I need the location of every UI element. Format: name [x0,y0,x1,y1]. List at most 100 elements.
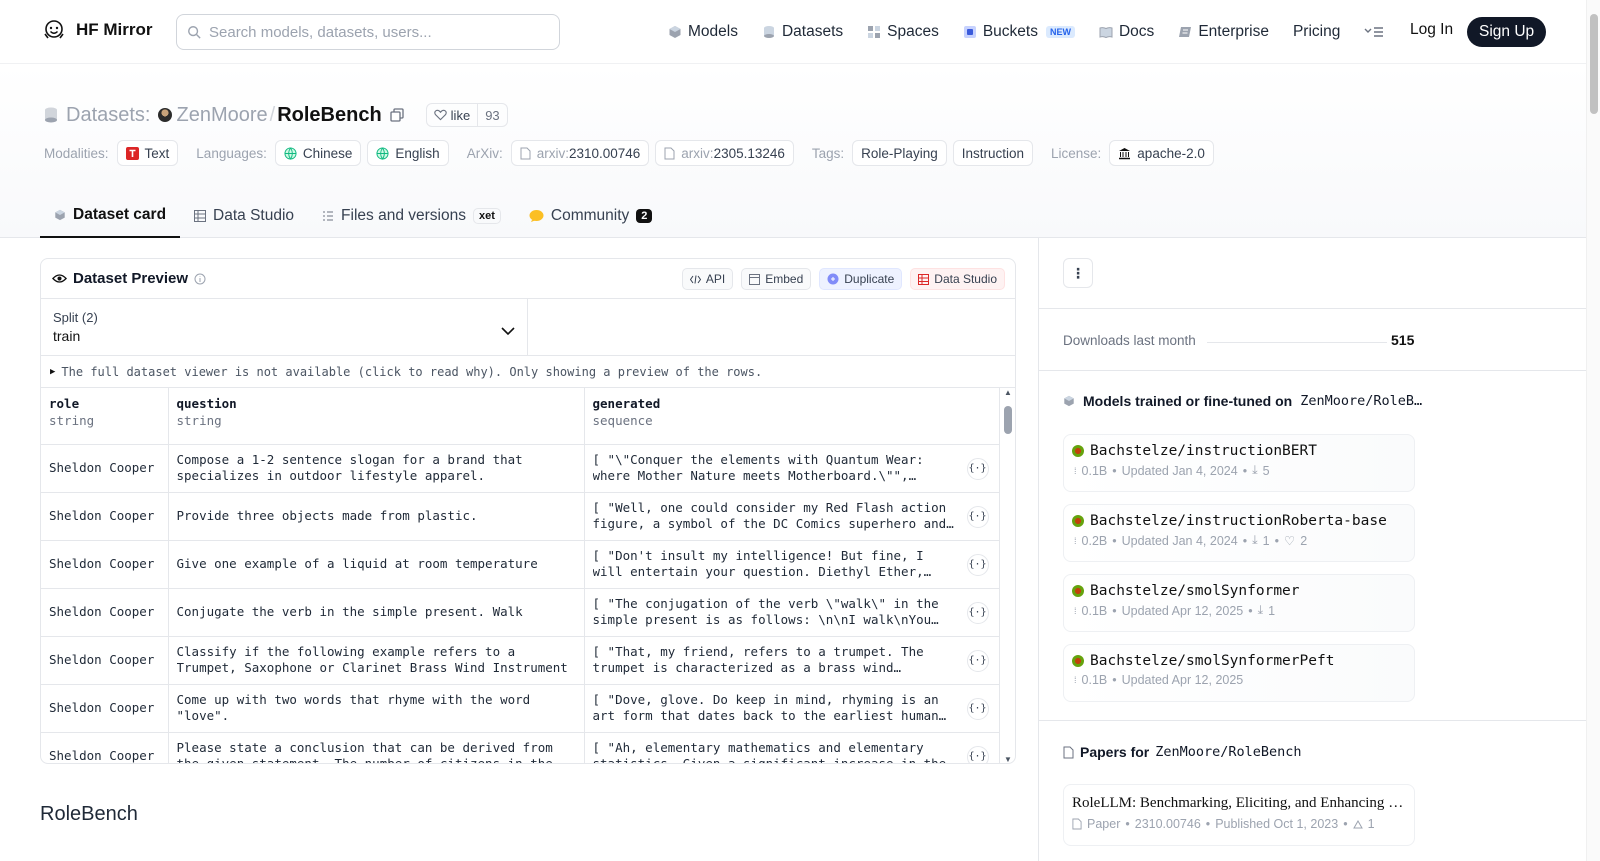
tag-license[interactable]: apache-2.0 [1109,140,1214,166]
login-link[interactable]: Log In [1410,21,1453,39]
table-row[interactable]: Sheldon Cooper Come up with two words tha… [41,684,1000,733]
model-name[interactable]: Bachstelze/instructionBERT [1090,443,1317,459]
nav-pricing[interactable]: Pricing [1293,23,1340,41]
expand-json-button[interactable]: {·} [966,697,989,720]
viewer-notice[interactable]: ▶ The full dataset viewer is not availab… [41,356,1015,388]
model-card[interactable]: Bachstelze/smolSynformerPeft ⁞ 0.1B • Update… [1063,644,1415,702]
model-card[interactable]: Bachstelze/instructionRoberta-base ⁞ 0.2B •… [1063,504,1415,562]
table-cell-role[interactable]: Sheldon Cooper [41,492,169,541]
expand-json-button[interactable]: {·} [966,649,989,672]
expand-json-button[interactable]: {·} [966,553,989,576]
repo-name[interactable]: RoleBench [277,104,381,127]
model-updated: Updated Jan 4, 2024 [1121,463,1238,478]
table-cell-question[interactable]: Give one example of a liquid at room tem… [168,540,585,589]
grid-scrollbar[interactable]: ▲ ▼ [1003,388,1013,763]
like-button[interactable]: like [427,108,478,123]
tag-role-playing[interactable]: Role-Playing [852,140,947,166]
embed-button[interactable]: Embed [741,268,812,290]
table-row[interactable]: Sheldon Cooper Conjugate the verb in the … [41,588,1000,637]
expand-json-button[interactable]: {·} [966,457,989,480]
table-row[interactable]: Sheldon Cooper Please state a conclusion … [41,732,1000,763]
model-name[interactable]: Bachstelze/smolSynformerPeft [1090,653,1334,669]
table-cell-role[interactable]: Sheldon Cooper [41,684,169,733]
nav-buckets[interactable]: Buckets NEW [963,23,1075,41]
duplicate-button[interactable]: Duplicate [819,268,903,290]
nav-datasets[interactable]: Datasets [762,23,843,41]
more-options-button[interactable]: ⋮ [1063,258,1093,288]
page-scrollbar-thumb[interactable] [1590,14,1598,114]
scroll-up-arrow-icon[interactable]: ▲ [1004,388,1012,397]
copy-icon[interactable] [390,108,404,122]
table-cell-generated[interactable]: [ "The conjugation of the verb \"walk\" … [584,588,1000,637]
table-cell-role[interactable]: Sheldon Cooper [41,732,169,763]
model-name[interactable]: Bachstelze/smolSynformer [1090,583,1300,599]
table-cell-generated[interactable]: [ "Ah, elementary mathematics and elemen… [584,732,1000,763]
api-button[interactable]: API [681,268,734,290]
tag-modality[interactable]: Text [116,140,179,166]
table-cell-role[interactable]: Sheldon Cooper [41,636,169,685]
tab-community[interactable]: Community 2 [515,193,667,238]
column-header[interactable]: question string [168,388,585,445]
search-input[interactable] [209,23,539,41]
table-cell-question[interactable]: Conjugate the verb in the simple present… [168,588,585,637]
model-meta: ⁞ 0.1B • Updated Apr 12, 2025 • ⤓ 1 [1072,603,1406,618]
models-heading-repo[interactable]: ZenMoore/RoleB… [1300,393,1422,409]
table-cell-generated[interactable]: [ "Well, one could consider my Red Flash… [584,492,1000,541]
scrollbar-thumb[interactable] [1004,406,1012,434]
model-name[interactable]: Bachstelze/instructionRoberta-base [1090,513,1387,529]
signup-button[interactable]: Sign Up [1467,17,1547,47]
table-row[interactable]: Sheldon Cooper Provide three objects made… [41,492,1000,541]
table-cell-role[interactable]: Sheldon Cooper [41,540,169,589]
table-cell-generated[interactable]: [ "Don't insult my intelligence! But fin… [584,540,1000,589]
paper-card[interactable]: RoleLLM: Benchmarking, Eliciting, and En… [1063,784,1415,846]
menu-icon[interactable] [1364,26,1384,38]
data-grid[interactable]: role string question string generated seque… [41,388,1015,763]
model-card[interactable]: Bachstelze/instructionBERT ⁞ 0.1B • Updated … [1063,434,1415,492]
table-row[interactable]: Sheldon Cooper Classify if the following … [41,636,1000,685]
tag-arxiv-2[interactable]: arxiv:2305.13246 [655,140,794,166]
data-studio-button[interactable]: Data Studio [910,268,1005,290]
paper-title[interactable]: RoleLLM: Benchmarking, Eliciting, and En… [1072,795,1406,812]
table-cell-generated[interactable]: [ "\"Conquer the elements with Quantum W… [584,444,1000,493]
page-scrollbar[interactable] [1586,0,1600,861]
table-cell-generated[interactable]: [ "That, my friend, refers to a trumpet.… [584,636,1000,685]
column-header[interactable]: role string [41,388,169,445]
nav-enterprise[interactable]: Enterprise [1178,23,1269,41]
tab-files[interactable]: Files and versions xet [308,193,515,238]
info-icon[interactable] [194,273,206,285]
cell-text: [ "The conjugation of the verb \"walk\" … [592,596,939,627]
table-cell-question[interactable]: Compose a 1-2 sentence slogan for a bran… [168,444,585,493]
repo-owner[interactable]: ZenMoore [176,104,267,127]
expand-json-button[interactable]: {·} [966,505,989,528]
expand-json-button[interactable]: {·} [966,601,989,624]
nav-spaces[interactable]: Spaces [867,23,939,41]
table-cell-generated[interactable]: [ "Dove, glove. Do keep in mind, rhyming… [584,684,1000,733]
papers-heading-repo[interactable]: ZenMoore/RoleBench [1155,744,1301,760]
scroll-down-arrow-icon[interactable]: ▼ [1004,755,1012,763]
repo-type-label[interactable]: Datasets: [66,104,150,127]
like-count[interactable]: 93 [477,104,506,126]
model-card[interactable]: Bachstelze/smolSynformer ⁞ 0.1B • Updated Ap… [1063,574,1415,632]
nav-docs[interactable]: Docs [1099,23,1154,41]
dataset-preview: Dataset Preview API Embed Duplicate Data… [40,258,1016,764]
search-box[interactable] [176,14,560,50]
logo-link[interactable]: HF Mirror [42,18,153,42]
tag-language-english[interactable]: English [367,140,449,166]
column-header[interactable]: generated sequence [584,388,1000,445]
table-cell-question[interactable]: Provide three objects made from plastic. [168,492,585,541]
tag-instruction[interactable]: Instruction [952,140,1033,166]
split-select[interactable]: Split (2) train [41,299,528,355]
table-cell-question[interactable]: Please state a conclusion that can be de… [168,732,585,763]
expand-json-button[interactable]: {·} [966,745,989,763]
table-cell-question[interactable]: Come up with two words that rhyme with t… [168,684,585,733]
tab-dataset-card[interactable]: Dataset card [40,193,181,238]
tag-arxiv-1[interactable]: arxiv:2310.00746 [510,140,650,166]
tab-data-studio[interactable]: Data Studio [180,193,308,238]
table-row[interactable]: Sheldon Cooper Compose a 1-2 sentence slo… [41,444,1000,493]
table-row[interactable]: Sheldon Cooper Give one example of a liqu… [41,540,1000,589]
nav-models[interactable]: Models [668,23,738,41]
table-cell-role[interactable]: Sheldon Cooper [41,444,169,493]
table-cell-question[interactable]: Classify if the following example refers… [168,636,585,685]
table-cell-role[interactable]: Sheldon Cooper [41,588,169,637]
tag-language-chinese[interactable]: Chinese [274,140,362,166]
